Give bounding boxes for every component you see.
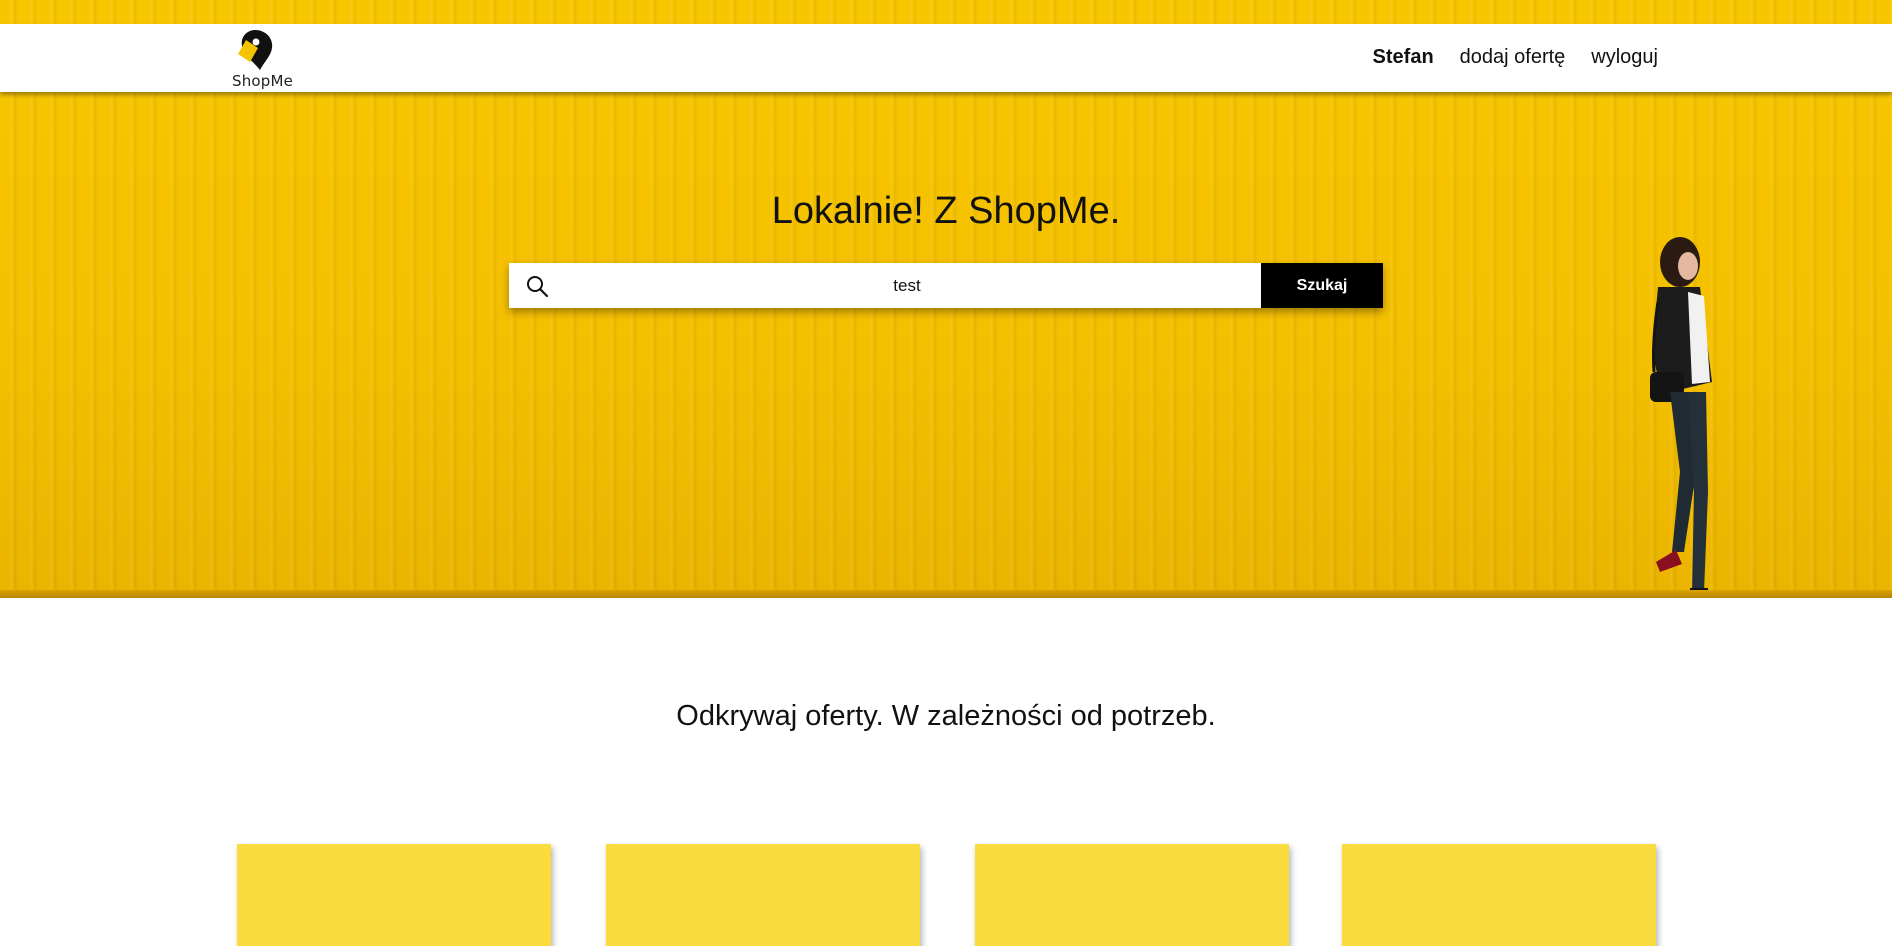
search-button[interactable]: Szukaj bbox=[1261, 263, 1383, 308]
section-title: Odkrywaj oferty. W zależności od potrzeb… bbox=[676, 700, 1216, 732]
category-card[interactable] bbox=[975, 844, 1289, 946]
hero-bottom-edge bbox=[0, 590, 1892, 598]
paper-plane-icon bbox=[237, 862, 551, 946]
category-cards bbox=[237, 844, 1657, 946]
category-card[interactable] bbox=[1342, 844, 1656, 946]
search-field bbox=[509, 263, 1261, 308]
logo-text: ShopMe bbox=[232, 72, 294, 90]
shop-awning-icon bbox=[1342, 862, 1656, 946]
house-icon bbox=[975, 862, 1289, 946]
folder-icon bbox=[606, 862, 920, 946]
nav-links: Stefan dodaj ofertę wyloguj bbox=[1373, 46, 1658, 69]
tag-pin-icon bbox=[238, 29, 273, 70]
search-input[interactable] bbox=[509, 263, 1261, 308]
nav-user-link[interactable]: Stefan bbox=[1373, 46, 1434, 69]
category-card[interactable] bbox=[237, 844, 551, 946]
category-card[interactable] bbox=[606, 844, 920, 946]
hero-title: Lokalnie! Z ShopMe. bbox=[771, 190, 1121, 232]
nav-add-offer-link[interactable]: dodaj ofertę bbox=[1460, 46, 1566, 69]
shopme-logo[interactable]: ShopMe bbox=[228, 28, 298, 90]
search-icon bbox=[527, 276, 549, 298]
search-bar: Szukaj bbox=[509, 263, 1383, 308]
woman-walking-image bbox=[1650, 237, 1712, 596]
top-navbar: ShopMe Stefan dodaj ofertę wyloguj bbox=[0, 24, 1892, 92]
nav-logout-link[interactable]: wyloguj bbox=[1591, 46, 1658, 69]
